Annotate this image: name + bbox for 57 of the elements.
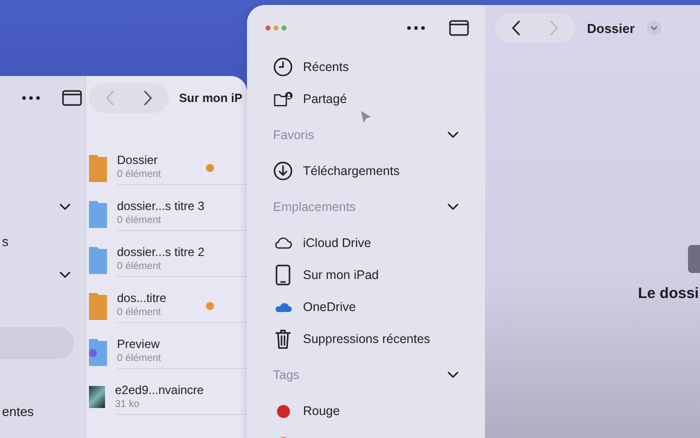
file-row[interactable]: Preview 0 élément	[86, 328, 247, 374]
sidebar-item[interactable]: Rouge	[273, 395, 459, 427]
folder-title[interactable]: Dossier	[587, 20, 635, 36]
sidebar-item[interactable]: Partagé	[273, 83, 459, 115]
empty-folder-icon	[688, 245, 700, 273]
file-name: dossier...s titre 2	[117, 245, 206, 259]
folder-icon	[89, 336, 107, 366]
file-name: dossier...s titre 3	[117, 199, 206, 213]
file-detail: 0 élément	[117, 215, 162, 226]
sidebar-item[interactable]: Sur mon iPad	[273, 259, 459, 291]
tablet-icon	[275, 264, 291, 286]
chevron-icon[interactable]	[59, 271, 71, 279]
file-name: Preview	[117, 337, 161, 351]
sidebar-toggle-icon[interactable]	[449, 20, 469, 36]
sidebar-item[interactable]: OneDrive	[273, 291, 459, 323]
folder-icon	[89, 152, 107, 182]
sidebar-toggle-icon[interactable]	[62, 90, 82, 106]
sidebar-item[interactable]: Téléchargements	[273, 155, 459, 187]
file-detail: 0 élément	[117, 307, 162, 318]
sidebar-item[interactable]: Récents	[273, 51, 459, 83]
file-row[interactable]: dossier...s titre 3 0 élément	[86, 190, 247, 236]
clock-icon	[273, 57, 293, 77]
forward-icon[interactable]	[143, 90, 153, 106]
folder-icon	[89, 290, 107, 320]
folder-person-icon	[273, 89, 293, 109]
chevron-icon[interactable]	[447, 131, 459, 139]
file-row[interactable]: Dossier 0 élément	[86, 144, 247, 190]
sidebar-item[interactable]: entes	[0, 404, 34, 418]
image-thumbnail	[89, 386, 105, 408]
more-icon[interactable]	[22, 96, 40, 100]
folder-icon	[89, 198, 107, 228]
folder-icon	[89, 244, 107, 274]
sidebar-item[interactable]: s	[0, 234, 8, 248]
download-icon	[273, 161, 293, 181]
file-name: e2ed9...nvaincre	[115, 383, 205, 397]
window-controls-icon[interactable]	[265, 25, 287, 31]
back-icon[interactable]	[511, 20, 521, 36]
file-detail: 0 élément	[117, 169, 162, 180]
trash-icon	[274, 328, 292, 350]
file-row[interactable]: dossier...s titre 2 0 élément	[86, 236, 247, 282]
file-name: Dossier	[117, 153, 159, 167]
chevron-down-icon[interactable]	[646, 21, 661, 35]
file-row[interactable]: dos...titre 0 élément	[86, 282, 247, 328]
file-row[interactable]: e2ed9...nvaincre 31 ko	[86, 374, 247, 420]
empty-message: Le dossi	[638, 285, 699, 302]
sidebar-item[interactable]: iCloud Drive	[273, 227, 459, 259]
window-title: Sur mon iP	[179, 91, 242, 105]
pointer-cursor-icon	[360, 110, 372, 124]
file-name: dos...titre	[117, 291, 168, 305]
sidebar-item[interactable]: Suppressions récentes	[273, 323, 459, 355]
chevron-icon[interactable]	[447, 371, 459, 379]
file-detail: 0 élément	[117, 261, 162, 272]
file-detail: 31 ko	[115, 399, 140, 410]
chevron-icon[interactable]	[447, 203, 459, 211]
chevron-icon[interactable]	[59, 203, 71, 211]
file-detail: 0 élément	[117, 353, 162, 364]
more-icon[interactable]	[407, 26, 425, 30]
